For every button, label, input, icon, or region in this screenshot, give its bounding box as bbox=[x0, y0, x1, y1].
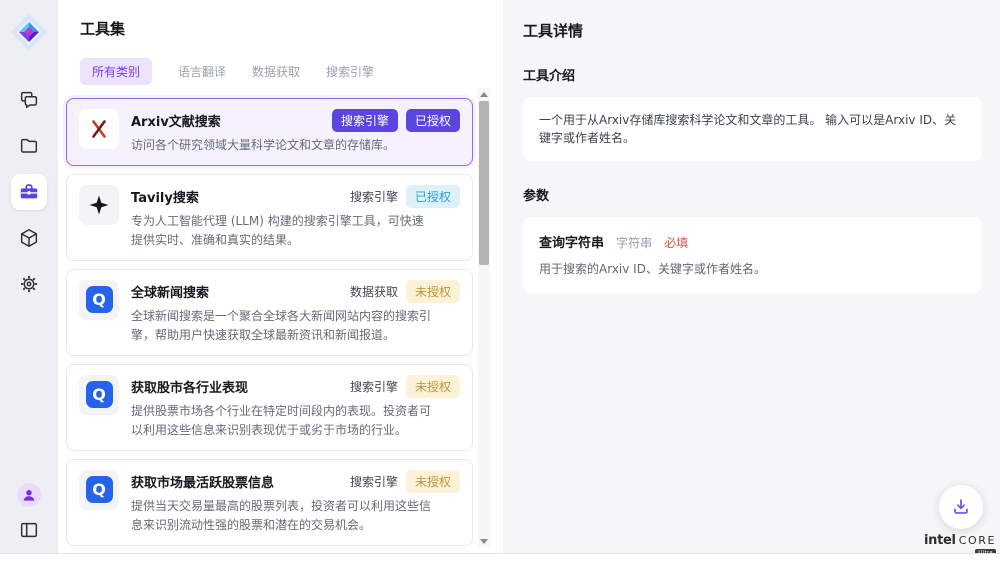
tool-auth-badge: 未授权 bbox=[406, 280, 460, 303]
download-button[interactable] bbox=[939, 485, 983, 529]
intel-wordmark: intel bbox=[924, 533, 956, 548]
triangle-up-icon bbox=[480, 92, 488, 97]
tool-category-badge: 搜索引擎 bbox=[350, 470, 398, 493]
category-tabs: 所有类别 语言翻译 数据获取 搜索引擎 bbox=[80, 58, 503, 85]
tool-auth-badge: 未授权 bbox=[406, 375, 460, 398]
tool-description: 访问各个研究领域大量科学论文和文章的存储库。 bbox=[131, 136, 433, 155]
scrollbar-thumb[interactable] bbox=[479, 101, 489, 265]
tools-panel-title: 工具集 bbox=[80, 18, 503, 39]
folder-icon bbox=[18, 135, 40, 157]
tool-card[interactable]: Q 获取股市各行业表现 搜索引擎 未授权 提供股票市场各个行业在特定时间段内的表… bbox=[66, 364, 473, 451]
tab-translation[interactable]: 语言翻译 bbox=[178, 63, 226, 80]
arxiv-x-icon bbox=[79, 109, 119, 149]
user-avatar[interactable] bbox=[17, 483, 41, 507]
tool-name: 全球新闻搜索 bbox=[131, 280, 209, 301]
tab-search-engine[interactable]: 搜索引擎 bbox=[326, 63, 374, 80]
parameter-type: 字符串 bbox=[616, 236, 652, 250]
tools-panel: 工具集 所有类别 语言翻译 数据获取 搜索引擎 Arxiv文献搜索 bbox=[58, 0, 503, 553]
tool-name: Tavily搜索 bbox=[131, 185, 199, 206]
tool-name: Arxiv文献搜索 bbox=[131, 109, 221, 130]
tool-description: 专为人工智能代理 (LLM) 构建的搜索引擎工具，可快速提供实时、准确和真实的结… bbox=[131, 212, 433, 250]
tool-details-panel: 工具详情 工具介绍 一个用于从Arxiv存储库搜索科学论文和文章的工具。 输入可… bbox=[503, 0, 1000, 553]
tab-all-categories[interactable]: 所有类别 bbox=[80, 58, 152, 85]
tool-card[interactable]: Arxiv文献搜索 搜索引擎 已授权 访问各个研究领域大量科学论文和文章的存储库… bbox=[66, 98, 473, 166]
tool-category-badge: 搜索引擎 bbox=[350, 375, 398, 398]
tool-description: 提供股票市场各个行业在特定时间段内的表现。投资者可以利用这些信息来识别表现优于或… bbox=[131, 402, 433, 440]
tool-card-list: Arxiv文献搜索 搜索引擎 已授权 访问各个研究领域大量科学论文和文章的存储库… bbox=[66, 98, 473, 553]
tool-description: 提供当天交易量最高的股票列表，投资者可以利用这些信息来识别流动性强的股票和潜在的… bbox=[131, 497, 433, 535]
parameter-required-badge: 必填 bbox=[664, 236, 688, 250]
details-title: 工具详情 bbox=[523, 20, 982, 41]
intro-card: 一个用于从Arxiv存储库搜索科学论文和文章的工具。 输入可以是Arxiv ID… bbox=[523, 97, 982, 161]
nav-chat[interactable] bbox=[11, 82, 47, 118]
nav-tools[interactable] bbox=[11, 174, 47, 210]
triangle-down-icon bbox=[480, 539, 488, 544]
intro-heading: 工具介绍 bbox=[523, 65, 982, 84]
scroll-up-button[interactable] bbox=[478, 88, 490, 100]
tavily-star-icon bbox=[79, 185, 119, 225]
tool-name: 获取股市各行业表现 bbox=[131, 375, 248, 396]
cube-icon bbox=[18, 227, 40, 249]
nav-files[interactable] bbox=[11, 128, 47, 164]
tool-auth-badge: 已授权 bbox=[406, 185, 460, 208]
chat-icon bbox=[18, 89, 40, 111]
stock-sector-q-icon: Q bbox=[79, 375, 119, 415]
scroll-down-button[interactable] bbox=[478, 535, 490, 547]
app-logo-icon bbox=[9, 12, 49, 52]
tool-card[interactable]: Tavily搜索 搜索引擎 已授权 专为人工智能代理 (LLM) 构建的搜索引擎… bbox=[66, 174, 473, 261]
tool-auth-badge: 未授权 bbox=[406, 470, 460, 493]
active-stocks-q-icon: Q bbox=[79, 470, 119, 510]
tool-auth-badge: 已授权 bbox=[406, 109, 460, 132]
intel-core-logo: intel core Ultra bbox=[924, 533, 996, 554]
nav-models[interactable] bbox=[11, 220, 47, 256]
tool-category-badge: 数据获取 bbox=[350, 280, 398, 303]
nav-settings[interactable] bbox=[11, 266, 47, 302]
parameter-description: 用于搜索的Arxiv ID、关键字或作者姓名。 bbox=[539, 260, 966, 277]
params-heading: 参数 bbox=[523, 185, 982, 204]
core-wordmark: core bbox=[959, 534, 996, 547]
tool-card[interactable]: Q 获取市场最活跃股票信息 搜索引擎 未授权 提供当天交易量最高的股票列表，投资… bbox=[66, 459, 473, 546]
intel-core-ultra-badge: Ultra bbox=[975, 549, 996, 554]
intro-text: 一个用于从Arxiv存储库搜索科学论文和文章的工具。 输入可以是Arxiv ID… bbox=[539, 111, 966, 147]
sidebar-nav bbox=[11, 82, 47, 302]
tool-description: 全球新闻搜索是一个聚合全球各大新闻网站内容的搜索引擎，帮助用户快速获取全球最新资… bbox=[131, 307, 433, 345]
tool-card[interactable]: Q 全球新闻搜索 数据获取 未授权 全球新闻搜索是一个聚合全球各大新闻网站内容的… bbox=[66, 269, 473, 356]
tool-category-badge: 搜索引擎 bbox=[332, 109, 398, 132]
sidebar-bottom bbox=[17, 483, 41, 541]
parameter-name: 查询字符串 bbox=[539, 236, 604, 251]
list-scrollbar[interactable] bbox=[478, 88, 490, 547]
tab-data-fetch[interactable]: 数据获取 bbox=[252, 63, 300, 80]
tool-name: 获取市场最活跃股票信息 bbox=[131, 470, 274, 491]
gear-icon bbox=[18, 273, 40, 295]
app-window: 工具集 所有类别 语言翻译 数据获取 搜索引擎 Arxiv文献搜索 bbox=[0, 0, 1000, 554]
download-icon bbox=[950, 496, 972, 518]
global-news-q-icon: Q bbox=[79, 280, 119, 320]
sidebar bbox=[0, 0, 58, 553]
parameter-card: 查询字符串 字符串 必填 用于搜索的Arxiv ID、关键字或作者姓名。 bbox=[523, 217, 982, 293]
tool-category-badge: 搜索引擎 bbox=[350, 185, 398, 208]
toolbox-icon bbox=[18, 181, 40, 203]
collapse-sidebar-button[interactable] bbox=[18, 519, 40, 541]
